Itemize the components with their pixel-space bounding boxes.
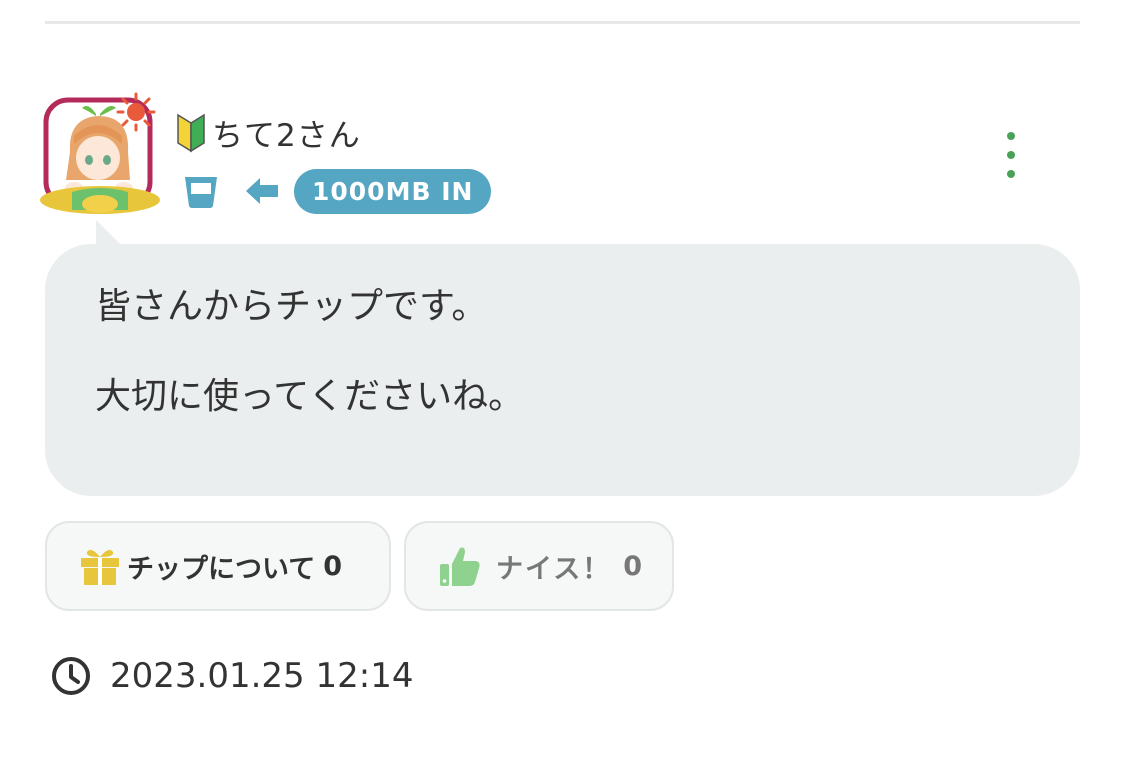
kebab-dot bbox=[1007, 151, 1015, 159]
tip-button-label: チップについて bbox=[127, 553, 316, 585]
tip-button[interactable]: チップについて 0 bbox=[45, 521, 391, 611]
kebab-menu-icon[interactable] bbox=[994, 132, 1028, 178]
username[interactable]: ちて2さん bbox=[212, 110, 361, 155]
message-line: 皆さんからチップです。 bbox=[95, 286, 488, 327]
thumbs-up-icon bbox=[440, 547, 480, 586]
timestamp-row: 2023.01.25 12:14 bbox=[50, 653, 413, 699]
username-row: ちて2さん bbox=[176, 110, 361, 155]
bubble-tail bbox=[96, 220, 122, 246]
kebab-dot bbox=[1007, 170, 1015, 178]
nice-count: 0 bbox=[623, 550, 642, 582]
arrow-left-icon bbox=[246, 178, 278, 204]
avatar[interactable] bbox=[38, 92, 162, 218]
data-badge: 1000MB IN bbox=[294, 168, 492, 214]
cup-icon bbox=[185, 177, 217, 208]
nice-button-label: ナイス！ bbox=[496, 553, 612, 585]
message-bubble: 皆さんからチップです。 大切に使ってくださいね。 bbox=[45, 244, 1080, 496]
nice-button[interactable]: ナイス！ 0 bbox=[404, 521, 674, 611]
message-line: 大切に使ってくださいね。 bbox=[95, 376, 525, 417]
gift-icon bbox=[81, 549, 119, 585]
clock-icon bbox=[52, 657, 90, 695]
kebab-dot bbox=[1007, 132, 1015, 140]
beginner-mark-icon bbox=[177, 113, 205, 153]
tip-count: 0 bbox=[323, 550, 342, 582]
timestamp: 2023.01.25 12:14 bbox=[110, 656, 414, 696]
top-divider bbox=[45, 21, 1080, 24]
status-row: 1000MB IN bbox=[182, 168, 492, 214]
